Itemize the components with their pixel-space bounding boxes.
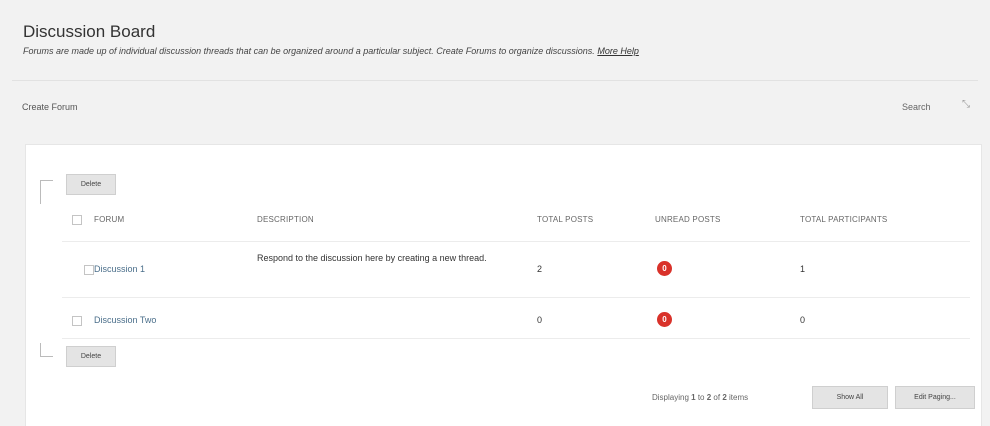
row-checkbox[interactable]: [84, 265, 94, 275]
total-posts: 2: [537, 264, 543, 274]
more-help-link[interactable]: More Help: [597, 46, 639, 56]
paging-to: 2: [706, 393, 712, 402]
paging-of-word: of: [713, 393, 721, 402]
create-forum-button[interactable]: Create Forum: [22, 102, 78, 112]
column-header-total-participants[interactable]: TOTAL PARTICIPANTS: [800, 215, 887, 224]
paging-status: Displaying 1 to 2 of 2 items: [652, 393, 748, 402]
delete-button-top[interactable]: Delete: [66, 174, 116, 195]
page-description-text: Forums are made up of individual discuss…: [23, 46, 595, 56]
delete-button-bottom[interactable]: Delete: [66, 346, 116, 367]
row-divider: [62, 297, 970, 298]
column-header-unread-posts[interactable]: UNREAD POSTS: [655, 215, 721, 224]
total-participants: 0: [800, 315, 806, 325]
paging-total: 2: [722, 393, 727, 402]
total-posts: 0: [537, 315, 543, 325]
paging-to-word: to: [697, 393, 705, 402]
page-title: Discussion Board: [23, 22, 156, 41]
action-bar: [12, 80, 978, 133]
unread-posts-badge[interactable]: 0: [657, 312, 672, 327]
column-header-forum[interactable]: FORUM: [94, 215, 124, 224]
edit-paging-button[interactable]: Edit Paging...: [895, 386, 975, 409]
select-arrow-down-icon: [40, 343, 55, 357]
unread-posts-badge[interactable]: 0: [657, 261, 672, 276]
forum-link[interactable]: Discussion Two: [94, 315, 156, 325]
forum-link[interactable]: Discussion 1: [94, 264, 145, 274]
header-divider: [62, 241, 970, 242]
expand-arrows-icon[interactable]: ⤡: [962, 99, 970, 110]
select-arrow-up-icon: [40, 180, 55, 204]
forum-list-panel: [25, 144, 982, 426]
column-header-total-posts[interactable]: TOTAL POSTS: [537, 215, 593, 224]
paging-prefix: Displaying: [652, 393, 689, 402]
row-checkbox[interactable]: [72, 316, 82, 326]
forum-description: Respond to the discussion here by creati…: [257, 253, 487, 263]
page-description: Forums are made up of individual discuss…: [23, 46, 639, 56]
paging-from: 1: [691, 393, 696, 402]
column-header-description[interactable]: DESCRIPTION: [257, 215, 314, 224]
select-all-checkbox[interactable]: [72, 215, 82, 225]
paging-items-word: items: [729, 393, 749, 402]
row-divider: [62, 338, 970, 339]
total-participants: 1: [800, 264, 806, 274]
search-button[interactable]: Search: [902, 102, 931, 112]
show-all-button[interactable]: Show All: [812, 386, 888, 409]
